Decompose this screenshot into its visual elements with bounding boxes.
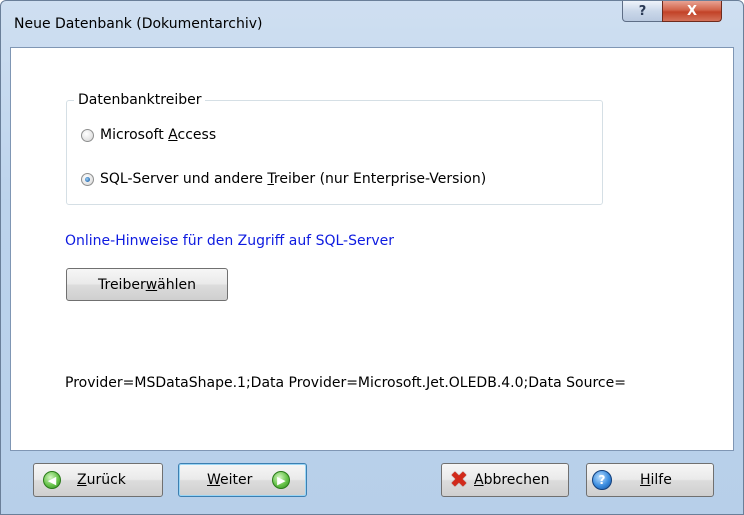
radio-sql-server[interactable]: SQL-Server und andere Treiber (nur Enter… bbox=[81, 171, 486, 187]
close-icon: X bbox=[686, 3, 698, 19]
window-title: Neue Datenbank (Dokumentarchiv) bbox=[14, 16, 263, 32]
arrow-left-icon: ◀ bbox=[43, 471, 61, 489]
dialog-window: Neue Datenbank (Dokumentarchiv) ? X Date… bbox=[0, 0, 744, 515]
next-label: Weiter bbox=[207, 472, 253, 488]
radio-button-checked-icon[interactable] bbox=[81, 172, 94, 186]
cancel-label: Abbrechen bbox=[474, 472, 550, 488]
dialog-content: Datenbanktreiber Microsoft Access SQL-Se… bbox=[10, 47, 734, 451]
title-help-button[interactable]: ? bbox=[622, 1, 663, 22]
driver-groupbox: Datenbanktreiber Microsoft Access SQL-Se… bbox=[66, 92, 603, 205]
title-close-button[interactable]: X bbox=[662, 1, 722, 22]
help-icon: ? bbox=[592, 470, 612, 490]
provider-string: Provider=MSDataShape.1;Data Provider=Mic… bbox=[65, 375, 626, 391]
radio-microsoft-access[interactable]: Microsoft Access bbox=[81, 127, 216, 143]
radio-label-access: Microsoft Access bbox=[100, 127, 217, 143]
online-hints-link[interactable]: Online-Hinweise für den Zugriff auf SQL-… bbox=[65, 233, 394, 249]
back-label: Zurück bbox=[77, 472, 126, 488]
choose-driver-button[interactable]: Treiber w ählen bbox=[66, 268, 228, 301]
radio-label-sql-server: SQL-Server und andere Treiber (nur Enter… bbox=[100, 171, 487, 187]
help-button[interactable]: ? Hilfe bbox=[586, 463, 714, 497]
radio-button-icon[interactable] bbox=[81, 128, 94, 142]
cancel-x-icon: ✖ bbox=[449, 467, 469, 493]
cancel-button[interactable]: ✖ Abbrechen bbox=[441, 463, 569, 497]
title-bar[interactable]: Neue Datenbank (Dokumentarchiv) ? X bbox=[1, 1, 743, 47]
driver-group-legend: Datenbanktreiber bbox=[74, 92, 206, 108]
arrow-right-icon: ▶ bbox=[272, 471, 291, 489]
next-button[interactable]: Weiter ▶ bbox=[178, 463, 307, 497]
question-mark-icon: ? bbox=[638, 3, 647, 19]
back-button[interactable]: ◀ Zurück bbox=[33, 463, 163, 497]
help-label: Hilfe bbox=[640, 472, 672, 488]
